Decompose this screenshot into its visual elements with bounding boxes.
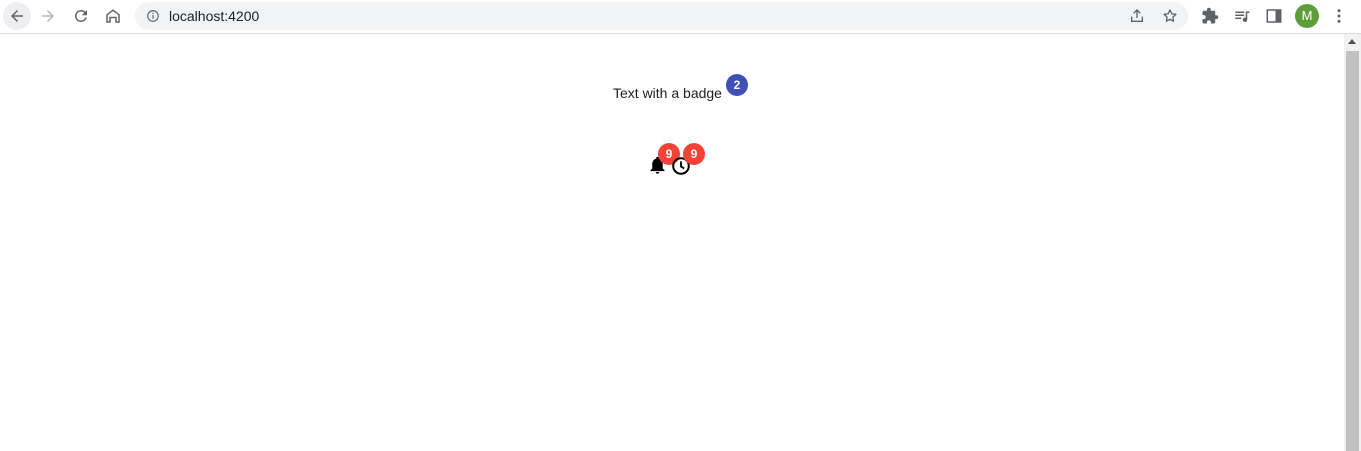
info-icon[interactable] bbox=[146, 9, 160, 28]
address-url[interactable]: localhost:4200 bbox=[169, 8, 259, 24]
arrow-left-icon bbox=[11, 10, 23, 22]
home-icon bbox=[106, 9, 120, 23]
page-content: Text with a badge 2 9 9 bbox=[0, 34, 1344, 451]
menu-button[interactable] bbox=[1325, 2, 1353, 30]
side-panel-icon bbox=[1266, 9, 1282, 23]
playlist-icon bbox=[1235, 11, 1250, 23]
scrollbar-thumb[interactable] bbox=[1346, 51, 1359, 451]
reload-icon bbox=[74, 9, 87, 22]
share-icon[interactable] bbox=[1129, 8, 1145, 29]
puzzle-icon bbox=[1202, 7, 1219, 24]
more-vert-icon bbox=[1337, 9, 1341, 23]
text-badge: 2 bbox=[726, 74, 748, 96]
back-button[interactable] bbox=[3, 2, 31, 30]
arrow-right-icon bbox=[42, 10, 54, 22]
vertical-scrollbar[interactable] bbox=[1344, 34, 1361, 451]
extensions-button[interactable] bbox=[1196, 2, 1224, 30]
home-button[interactable] bbox=[99, 2, 127, 30]
side-panel-button[interactable] bbox=[1260, 2, 1288, 30]
scroll-up-arrow[interactable] bbox=[1348, 39, 1356, 44]
address-bar[interactable]: localhost:4200 bbox=[135, 2, 1188, 30]
forward-button[interactable] bbox=[34, 2, 62, 30]
reload-button[interactable] bbox=[67, 2, 95, 30]
badge-text-label: Text with a badge bbox=[613, 85, 722, 101]
schedule-badge: 9 bbox=[683, 143, 705, 165]
profile-avatar[interactable]: M bbox=[1295, 4, 1319, 28]
browser-toolbar: localhost:4200 M bbox=[0, 0, 1361, 34]
media-button[interactable] bbox=[1228, 2, 1256, 30]
bookmark-star-icon[interactable] bbox=[1162, 8, 1178, 29]
